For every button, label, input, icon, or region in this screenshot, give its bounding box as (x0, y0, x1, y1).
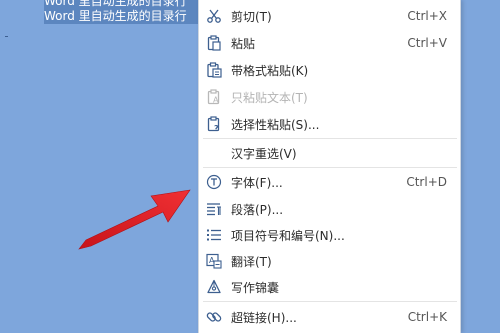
menu-item-label: 选择性粘贴(S)... (231, 117, 320, 132)
menu-item-paste-text-only: A 只粘贴文本(T) (199, 84, 461, 110)
menu-item-font[interactable]: 字体(F)... Ctrl+D (199, 169, 461, 195)
scissors-icon (205, 7, 223, 25)
menu-item-label: 写作锦囊 (231, 280, 280, 295)
menu-item-label: 汉字重选(V) (231, 146, 297, 161)
font-icon (205, 173, 223, 191)
menu-item-label: 剪切(T) (231, 9, 272, 24)
menu-item-translate[interactable]: A 翻译(T) (199, 248, 461, 274)
selected-document-text[interactable]: Word 里自动生成的目录行 Word 里自动生成的目录行 (44, 0, 202, 24)
menu-separator (203, 167, 457, 168)
menu-item-shortcut: Ctrl+K (407, 310, 447, 324)
translate-icon: A (205, 252, 223, 270)
menu-item-paste[interactable]: 粘贴 Ctrl+V (199, 30, 461, 56)
menu-item-label: 项目符号和编号(N)... (231, 228, 345, 243)
menu-item-writing-tips[interactable]: 写作锦囊 (199, 274, 461, 300)
link-icon (205, 308, 223, 326)
menu-separator (203, 301, 457, 302)
clipboard-icon (205, 34, 223, 52)
paste-formatted-icon (205, 61, 223, 79)
svg-text:A: A (213, 96, 219, 105)
menu-item-shortcut: Ctrl+D (406, 175, 447, 189)
menu-item-paste-formatted[interactable]: 带格式粘贴(K) (199, 57, 461, 83)
menu-item-label: 段落(P)... (231, 202, 284, 217)
menu-item-label: 超链接(H)... (231, 310, 297, 325)
writing-tips-icon (205, 278, 223, 296)
menu-item-shortcut: Ctrl+X (407, 9, 447, 23)
bullet-list-icon (205, 226, 223, 244)
text-cursor-mark (5, 36, 8, 37)
menu-item-hanzi-reselect[interactable]: 汉字重选(V) (199, 140, 461, 166)
paragraph-icon (205, 200, 223, 218)
svg-text:?: ? (214, 124, 219, 132)
menu-item-bullets-numbering[interactable]: 项目符号和编号(N)... (199, 222, 461, 248)
menu-item-shortcut: Ctrl+V (407, 36, 447, 50)
menu-item-label: 翻译(T) (231, 254, 272, 269)
menu-separator (203, 138, 457, 139)
menu-item-paste-special[interactable]: ? 选择性粘贴(S)... (199, 111, 461, 137)
context-menu: 剪切(T) Ctrl+X 粘贴 Ctrl+V 带格式粘贴(K) A 只粘贴文本(… (198, 0, 461, 333)
screen: Word 里自动生成的目录行 Word 里自动生成的目录行 剪切(T) Ctrl… (0, 0, 500, 333)
document-line[interactable]: Word 里自动生成的目录行 (44, 0, 202, 9)
arrow-shape (78, 189, 191, 250)
menu-item-hyperlink[interactable]: 超链接(H)... Ctrl+K (199, 304, 461, 330)
menu-item-label: 带格式粘贴(K) (231, 63, 309, 78)
paste-special-icon: ? (205, 115, 223, 133)
document-line[interactable]: Word 里自动生成的目录行 (44, 9, 202, 24)
menu-item-label: 粘贴 (231, 36, 256, 51)
menu-item-label: 只粘贴文本(T) (231, 90, 308, 105)
menu-item-cut[interactable]: 剪切(T) Ctrl+X (199, 3, 461, 29)
menu-item-paragraph[interactable]: 段落(P)... (199, 196, 461, 222)
menu-item-label: 字体(F)... (231, 175, 283, 190)
paste-text-icon: A (205, 88, 223, 106)
